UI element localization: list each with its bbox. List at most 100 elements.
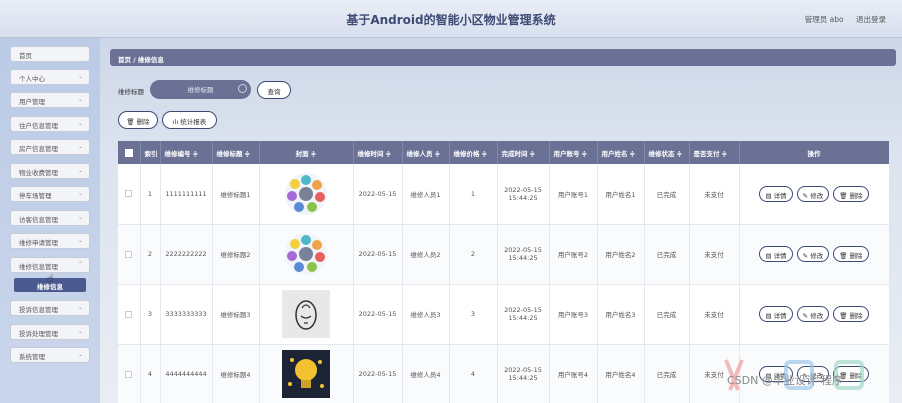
detail-button[interactable]: ▤ 详情 bbox=[759, 185, 793, 202]
cell-code: 2222222222 bbox=[160, 224, 213, 285]
sidebar-item-repair-requests[interactable]: 维修申请管理 ⌄ bbox=[10, 233, 90, 249]
col-actions: 操作 bbox=[739, 141, 889, 164]
cell-title: 维修标题4 bbox=[212, 344, 260, 403]
cell-worker: 维修人员4 bbox=[402, 344, 450, 403]
cell-worker: 维修人员3 bbox=[402, 284, 450, 345]
cell-price: 1 bbox=[449, 164, 498, 225]
col-title[interactable]: 维修标题 ≑ bbox=[212, 141, 260, 164]
cell-name: 用户姓名3 bbox=[597, 284, 645, 345]
stats-report-button[interactable]: ılı 统计报表 bbox=[162, 111, 217, 129]
sidebar-item-label: 维修申请管理 bbox=[19, 239, 58, 247]
watermark-text: CSDN @毕业设计-程序 bbox=[727, 374, 843, 387]
chevron-down-icon: ⌄ bbox=[77, 328, 83, 335]
cell-index: 2 bbox=[140, 224, 161, 285]
chevron-down-icon: ⌄ bbox=[77, 143, 83, 150]
cell-title: 维修标题1 bbox=[212, 164, 260, 225]
batch-delete-label: 删除 bbox=[136, 118, 150, 126]
bar-chart-icon: ılı bbox=[172, 118, 179, 126]
col-name[interactable]: 用户姓名 ≑ bbox=[597, 141, 645, 164]
batch-delete-button[interactable]: 🗑 删除 bbox=[118, 111, 158, 129]
cell-actions: ▤ 详情 ✎ 修改 🗑 删除 bbox=[739, 284, 889, 345]
cell-paid: 未支付 bbox=[689, 284, 740, 345]
delete-label: 删除 bbox=[849, 312, 863, 320]
chevron-down-icon: ⌄ bbox=[77, 351, 83, 358]
cell-index: 3 bbox=[140, 284, 161, 345]
cell-done-time: 2022-05-15 15:44:25 bbox=[497, 344, 550, 403]
sidebar-item-complaint-handling[interactable]: 投诉处理管理 ⌄ bbox=[10, 324, 90, 340]
delete-label: 删除 bbox=[849, 372, 863, 380]
detail-label: 详情 bbox=[773, 191, 787, 200]
detail-button[interactable]: ▤ 详情 bbox=[759, 306, 793, 322]
cell-name: 用户姓名4 bbox=[597, 344, 645, 403]
cell-account: 用户账号4 bbox=[549, 344, 598, 403]
col-paid[interactable]: 是否支付 ≑ bbox=[689, 141, 740, 164]
detail-label: 详情 bbox=[773, 312, 787, 320]
sidebar-item-fees[interactable]: 物业收费管理 ⌄ bbox=[10, 163, 90, 179]
chevron-down-icon: ⌄ bbox=[77, 190, 83, 197]
row-checkbox[interactable] bbox=[118, 284, 141, 345]
stats-report-label: 统计报表 bbox=[180, 118, 207, 126]
cell-done-time: 2022-05-15 15:44:25 bbox=[497, 164, 550, 225]
col-cover[interactable]: 封面 ≑ bbox=[259, 141, 354, 164]
trash-icon: 🗑 bbox=[839, 312, 848, 320]
sidebar-item-residents[interactable]: 住户信息管理 ⌄ bbox=[10, 116, 90, 132]
search-input[interactable] bbox=[150, 80, 251, 99]
sidebar-item-users[interactable]: 用户管理 ⌄ bbox=[10, 92, 90, 108]
cell-title: 维修标题2 bbox=[212, 224, 260, 285]
col-account[interactable]: 用户账号 ≑ bbox=[549, 141, 598, 164]
edit-button[interactable]: ✎ 修改 bbox=[796, 185, 830, 202]
cell-price: 3 bbox=[449, 284, 498, 345]
done-time: 15:44:25 bbox=[508, 314, 538, 322]
sidebar-item-system[interactable]: 系统管理 ⌄ bbox=[10, 347, 90, 363]
cell-status: 已完成 bbox=[644, 284, 690, 345]
logout-link[interactable]: 退出登录 bbox=[856, 15, 886, 24]
done-time: 15:44:25 bbox=[508, 374, 538, 382]
cell-code: 3333333333 bbox=[160, 284, 213, 345]
detail-button[interactable]: ▤ 详情 bbox=[759, 246, 793, 262]
delete-button[interactable]: 🗑 删除 bbox=[833, 306, 869, 322]
chevron-down-icon: ⌄ bbox=[77, 120, 83, 127]
sidebar-item-label: 维修信息管理 bbox=[19, 263, 58, 271]
edit-button[interactable]: ✎ 修改 bbox=[796, 246, 830, 262]
pencil-icon: ✎ bbox=[802, 252, 809, 260]
cover-image-lightbulb bbox=[282, 350, 330, 398]
col-done-time[interactable]: 完成时间 ≑ bbox=[497, 141, 550, 164]
search-button[interactable]: 查询 bbox=[257, 81, 291, 99]
sidebar-item-profile[interactable]: 个人中心 ⌄ bbox=[10, 69, 90, 85]
sidebar-item-parking[interactable]: 停车场管理 ⌄ bbox=[10, 186, 90, 202]
sidebar-item-repair-info[interactable]: 维修信息管理 ⌃ bbox=[10, 257, 90, 273]
done-time: 15:44:25 bbox=[508, 193, 538, 202]
row-checkbox[interactable] bbox=[118, 224, 141, 285]
cell-cover bbox=[259, 224, 354, 285]
sidebar-item-label: 物业收费管理 bbox=[19, 169, 58, 177]
row-checkbox[interactable] bbox=[118, 344, 141, 403]
sidebar-item-property[interactable]: 房产信息管理 ⌄ bbox=[10, 139, 90, 155]
sidebar-item-label: 首页 bbox=[19, 52, 32, 60]
top-bar: 基于Android的智能小区物业管理系统 管理员 abo 退出登录 bbox=[0, 0, 902, 38]
chevron-down-icon: ⌄ bbox=[77, 237, 83, 244]
cell-code: 4444444444 bbox=[160, 344, 213, 403]
admin-label: 管理员 abo bbox=[804, 15, 844, 24]
col-status[interactable]: 维修状态 ≑ bbox=[644, 141, 690, 164]
cell-paid: 未支付 bbox=[689, 224, 740, 285]
cell-status: 已完成 bbox=[644, 344, 690, 403]
done-date: 2022-05-15 bbox=[504, 246, 542, 254]
row-checkbox[interactable] bbox=[118, 164, 141, 225]
col-code[interactable]: 维修编号 ≑ bbox=[160, 141, 213, 164]
sidebar-item-complaints[interactable]: 投诉信息管理 ⌄ bbox=[10, 300, 90, 316]
delete-button[interactable]: 🗑 删除 bbox=[833, 185, 869, 202]
cell-worker: 维修人员1 bbox=[402, 164, 450, 225]
select-all-checkbox[interactable] bbox=[118, 141, 141, 164]
sidebar-item-home[interactable]: 首页 bbox=[10, 46, 90, 62]
trash-icon: 🗑 bbox=[839, 252, 848, 260]
edit-button[interactable]: ✎ 修改 bbox=[796, 306, 830, 322]
col-worker[interactable]: 维修人员 ≑ bbox=[402, 141, 450, 164]
cell-actions: ▤ 详情 ✎ 修改 🗑 删除 bbox=[739, 224, 889, 285]
delete-button[interactable]: 🗑 删除 bbox=[833, 246, 869, 262]
sidebar-item-label: 投诉信息管理 bbox=[19, 306, 58, 314]
sidebar-item-visitors[interactable]: 访客信息管理 ⌄ bbox=[10, 210, 90, 226]
clear-icon[interactable] bbox=[238, 84, 247, 93]
col-time[interactable]: 维修时间 ≑ bbox=[353, 141, 403, 164]
sidebar-item-label: 个人中心 bbox=[19, 75, 45, 83]
col-price[interactable]: 维修价格 ≑ bbox=[449, 141, 498, 164]
